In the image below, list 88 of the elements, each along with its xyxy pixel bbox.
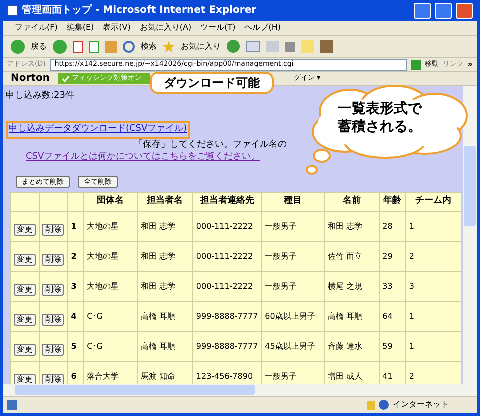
column-header: 名前 xyxy=(324,192,380,212)
scrollbar-thumb[interactable] xyxy=(15,385,255,395)
table-cell: 28 xyxy=(379,212,406,242)
column-header: 担当者名 xyxy=(137,192,193,212)
table-cell: 2 xyxy=(406,242,462,272)
table-cell: 45歳以上男子 xyxy=(262,332,324,362)
table-cell: 和田 志学 xyxy=(324,212,380,242)
row-button[interactable]: 削除 xyxy=(42,314,64,326)
table-cell: 59 xyxy=(379,332,406,362)
menu-item[interactable]: ツール(T) xyxy=(200,22,236,34)
table-cell: 大地の星 xyxy=(84,272,138,302)
menu-item[interactable]: ヘルプ(H) xyxy=(244,22,281,34)
menu-item[interactable]: お気に入り(A) xyxy=(140,22,192,34)
back-label[interactable]: 戻る xyxy=(31,40,47,52)
table-cell: 000-111-2222 xyxy=(192,212,262,242)
column-header: 種目 xyxy=(262,192,324,212)
favorites-label[interactable]: お気に入り xyxy=(181,40,221,52)
row-button[interactable]: 削除 xyxy=(42,254,64,266)
check-icon xyxy=(62,74,70,82)
row-button[interactable]: 変更 xyxy=(14,284,36,296)
star-icon[interactable] xyxy=(163,40,175,52)
table-cell: 一般男子 xyxy=(262,242,324,272)
table-cell: C･G xyxy=(84,332,138,362)
row-button[interactable]: 変更 xyxy=(14,374,36,384)
table-cell: 1 xyxy=(406,212,462,242)
row-button[interactable]: 削除 xyxy=(42,374,64,384)
download-link[interactable]: 申し込みデータダウンロード(CSVファイル) xyxy=(6,121,190,138)
table-cell: 高橋 耳順 xyxy=(137,302,193,332)
row-number: 4 xyxy=(68,302,84,332)
minimize-button[interactable] xyxy=(414,2,431,18)
table-cell: 大地の星 xyxy=(84,212,138,242)
row-button[interactable]: 変更 xyxy=(14,254,36,266)
row-button[interactable]: 削除 xyxy=(42,224,64,236)
callout-text: ダウンロード可能 xyxy=(164,75,260,92)
table-cell: 高橋 耳順 xyxy=(324,302,380,332)
callout-text: 蓄積される。 xyxy=(338,118,422,136)
maximize-button[interactable] xyxy=(435,2,452,18)
table-cell: 64 xyxy=(379,302,406,332)
table-cell: C･G xyxy=(84,302,138,332)
menu-item[interactable]: ファイル(F) xyxy=(15,22,58,34)
note-text: 「保存」してください。ファイル名の xyxy=(133,138,288,150)
table-cell: 大地の星 xyxy=(84,242,138,272)
row-button[interactable]: 削除 xyxy=(42,344,64,356)
table-cell: 1 xyxy=(406,332,462,362)
row-button[interactable]: 変更 xyxy=(14,224,36,236)
row-number: 3 xyxy=(68,272,84,302)
close-button[interactable] xyxy=(456,2,473,18)
table-cell: 和田 志学 xyxy=(137,272,193,302)
column-header: チーム内 xyxy=(406,192,462,212)
table-cell: 佐竹 而立 xyxy=(324,242,380,272)
table-cell: 999-8888-7777 xyxy=(192,332,262,362)
table-cell: 000-111-2222 xyxy=(192,242,262,272)
column-header: 団体名 xyxy=(84,192,138,212)
row-number: 1 xyxy=(68,212,84,242)
table-cell: 横尾 之規 xyxy=(324,272,380,302)
menu-item[interactable]: 表示(V) xyxy=(103,22,131,34)
horizontal-scrollbar[interactable] xyxy=(3,384,463,396)
callout-text: 一覧表形式で xyxy=(338,100,422,118)
scrollbar-thumb[interactable] xyxy=(464,146,476,226)
window-title: 管理画面トップ - Microsoft Internet Explorer xyxy=(22,3,258,18)
vertical-scrollbar[interactable] xyxy=(463,86,477,396)
table-cell: 和田 志学 xyxy=(137,242,193,272)
chevron-label[interactable]: » xyxy=(468,58,473,70)
table-cell: 33 xyxy=(379,272,406,302)
table-cell: 一般男子 xyxy=(262,212,324,242)
row-number: 5 xyxy=(68,332,84,362)
column-header: 年齢 xyxy=(379,192,406,212)
table-cell: 斉藤 達水 xyxy=(324,332,380,362)
row-button[interactable]: 変更 xyxy=(14,344,36,356)
menu-item[interactable]: 編集(E) xyxy=(66,22,94,34)
table-cell: 高橋 耳順 xyxy=(137,332,193,362)
help-link[interactable]: CSVファイルとは何かについてはこちらをご覧ください。 xyxy=(6,150,460,164)
table-cell: 60歳以上男子 xyxy=(262,302,324,332)
table-cell: 29 xyxy=(379,242,406,272)
table-cell: 999-8888-7777 xyxy=(192,302,262,332)
row-button[interactable]: 変更 xyxy=(14,314,36,326)
count-text: 申し込み数:23件 xyxy=(6,90,76,103)
table-cell: 000-111-2222 xyxy=(192,272,262,302)
table-cell: 和田 志学 xyxy=(137,212,193,242)
table-cell: 3 xyxy=(406,272,462,302)
row-button[interactable]: 削除 xyxy=(42,284,64,296)
row-number: 2 xyxy=(68,242,84,272)
brand-logo: Norton xyxy=(11,72,50,86)
table-cell: 1 xyxy=(406,302,462,332)
zone-label: インターネット xyxy=(393,399,450,411)
table-cell: 一般男子 xyxy=(262,272,324,302)
column-header: 担当者連絡先 xyxy=(192,192,262,212)
search-label[interactable]: 検索 xyxy=(141,40,157,52)
